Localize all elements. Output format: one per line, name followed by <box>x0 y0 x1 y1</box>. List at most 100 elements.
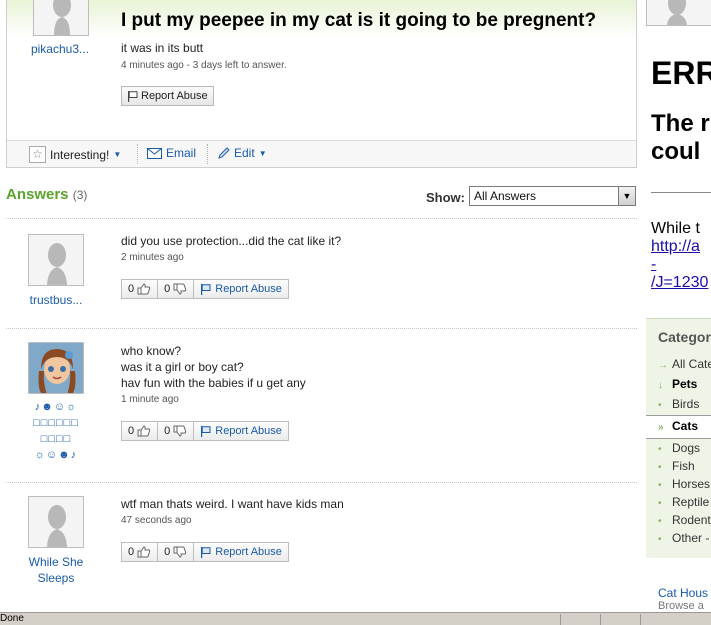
answers-count: (3) <box>72 188 88 202</box>
double-chevron-icon: » <box>658 422 664 433</box>
answer-user-avatar[interactable] <box>28 234 84 286</box>
answer-report-abuse-button[interactable]: Report Abuse <box>194 422 288 440</box>
status-text: Done <box>0 613 24 624</box>
category-item[interactable]: • Dogs <box>658 441 700 455</box>
status-pane-divider <box>600 614 601 625</box>
bullet-icon: • <box>658 498 662 509</box>
toolbar-divider <box>207 144 208 164</box>
status-pane-divider <box>640 614 641 625</box>
answer-text: wtf man thats weird. I want have kids ma… <box>121 497 344 511</box>
category-label: Pets <box>672 377 698 391</box>
thumbs-up-button[interactable]: 0 <box>122 422 159 440</box>
error-link[interactable]: - <box>651 256 656 274</box>
answer-username-line[interactable]: ☼☺☻♪ <box>12 448 100 463</box>
thumbs-down-count: 0 <box>164 425 171 437</box>
answer-user-avatar[interactable] <box>28 496 84 548</box>
error-subtitle-line: The r <box>651 110 710 137</box>
question-toolbar: ☆ Interesting! ▼ Email Edit ▼ <box>7 140 636 167</box>
bullet-icon: • <box>658 400 662 411</box>
thumbs-up-count: 0 <box>128 425 135 437</box>
categories-panel: Categor → All Cate ↓ Pets • Birds » Cats • Do… <box>646 318 711 558</box>
categories-title: Categor <box>658 329 711 345</box>
chevron-down-icon: ▼ <box>258 148 267 158</box>
answer-username-line[interactable]: ♪☻☺☼ <box>12 400 100 415</box>
report-abuse-label: Report Abuse <box>141 90 208 102</box>
divider <box>6 482 637 483</box>
category-item[interactable]: • Fish <box>658 459 695 473</box>
edit-label: Edit <box>234 146 255 160</box>
category-item[interactable]: • Other - <box>658 531 709 545</box>
category-label: Rodent <box>672 513 711 527</box>
category-item[interactable]: • Horses <box>658 477 710 491</box>
error-link[interactable]: http://a <box>651 238 700 256</box>
thumbs-down-icon <box>173 425 187 437</box>
flag-icon <box>201 283 211 295</box>
thumbs-down-count: 0 <box>164 283 171 295</box>
category-item[interactable]: • Reptile <box>658 495 709 509</box>
category-item[interactable]: • Rodent <box>658 513 711 527</box>
answer-text: hav fun with the babies if u get any <box>121 376 306 390</box>
bullet-icon: • <box>658 480 662 491</box>
category-item-selected[interactable]: » Cats <box>658 419 698 433</box>
question-username[interactable]: pikachu3... <box>15 42 105 56</box>
cat-house-link[interactable]: Cat Hous <box>658 586 708 600</box>
question-user-avatar[interactable] <box>33 0 89 36</box>
interesting-button[interactable]: ☆ Interesting! ▼ <box>29 146 121 163</box>
category-item[interactable]: → All Cate <box>658 357 711 371</box>
category-label: Reptile <box>672 495 710 509</box>
answer-meta: 2 minutes ago <box>121 252 184 263</box>
thumbs-up-button[interactable]: 0 <box>122 543 159 561</box>
thumbs-up-icon <box>137 546 151 558</box>
question-report-abuse-button[interactable]: Report Abuse <box>121 86 214 106</box>
answer-report-abuse-button[interactable]: Report Abuse <box>194 543 288 561</box>
error-link[interactable]: /J=1230 <box>651 274 708 292</box>
answer-text: did you use protection...did the cat lik… <box>121 234 342 248</box>
answer-vote-bar: 0 0 Report Abuse <box>121 421 289 441</box>
thumbs-down-count: 0 <box>164 546 171 558</box>
category-label: Fish <box>672 459 695 473</box>
thumbs-down-icon <box>173 546 187 558</box>
error-body-text: While t <box>651 220 700 237</box>
answer-username-line[interactable]: □□□□□□ <box>12 416 100 431</box>
status-pane-divider <box>560 614 561 625</box>
thumbs-up-button[interactable]: 0 <box>122 280 159 298</box>
question-detail: it was in its butt <box>121 41 204 55</box>
thumbs-down-button[interactable]: 0 <box>158 543 195 561</box>
edit-button[interactable]: Edit ▼ <box>217 146 267 160</box>
interesting-label: Interesting! <box>50 147 110 162</box>
flag-icon <box>201 425 211 437</box>
answer-username[interactable]: trustbus... <box>12 292 100 308</box>
thumbs-up-icon <box>137 425 151 437</box>
answer-report-abuse-button[interactable]: Report Abuse <box>194 280 288 298</box>
answer-user-avatar[interactable] <box>28 342 84 394</box>
thumbs-up-count: 0 <box>128 546 135 558</box>
pencil-icon <box>218 146 230 159</box>
bullet-icon: • <box>658 534 662 545</box>
email-button[interactable]: Email <box>147 146 196 160</box>
answer-username-line[interactable]: □□□□ <box>12 432 100 447</box>
flag-icon <box>128 90 138 102</box>
answers-heading: Answers (3) <box>6 186 87 203</box>
divider <box>6 328 637 329</box>
category-item[interactable]: • Birds <box>658 397 699 411</box>
answer-filter-select[interactable]: All Answers ▼ <box>469 186 636 206</box>
dropdown-arrow-icon: ▼ <box>618 187 635 205</box>
thumbs-down-button[interactable]: 0 <box>158 422 195 440</box>
bullet-icon: • <box>658 462 662 473</box>
thumbs-down-button[interactable]: 0 <box>158 280 195 298</box>
question-panel: pikachu3... I put my peepee in my cat is… <box>6 0 637 168</box>
answer-username[interactable]: Sleeps <box>12 570 100 586</box>
report-abuse-label: Report Abuse <box>215 425 282 437</box>
browse-text: Browse a <box>658 600 704 612</box>
answer-meta: 47 seconds ago <box>121 515 192 526</box>
chevron-down-icon: ▼ <box>113 150 122 159</box>
sidebar-user-avatar[interactable] <box>646 0 711 26</box>
browser-status-bar: Done <box>0 612 711 625</box>
category-label: Horses <box>672 477 711 491</box>
answer-username[interactable]: While She <box>12 554 100 570</box>
category-label: Dogs <box>672 441 701 455</box>
category-item[interactable]: ↓ Pets <box>658 377 697 391</box>
thumbs-down-icon <box>173 283 187 295</box>
answer-text: who know? <box>121 344 182 358</box>
error-title: ERR <box>651 55 711 91</box>
